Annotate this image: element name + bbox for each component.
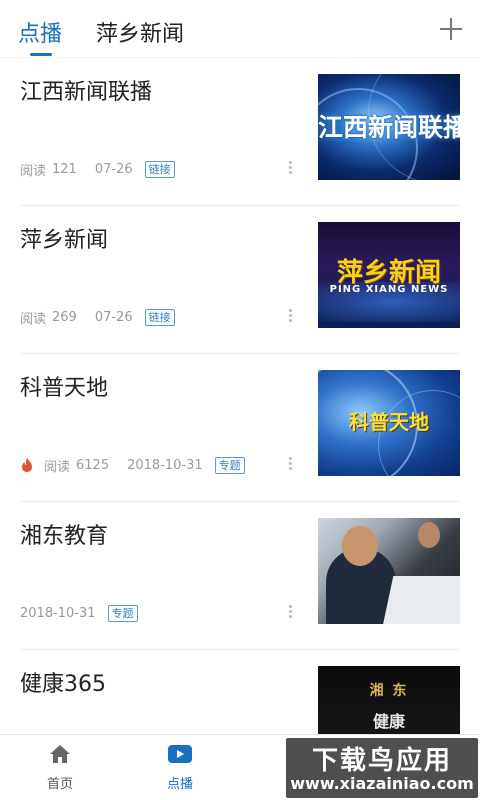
topic-tag: 专题 xyxy=(107,604,138,622)
nav-home-label: 首页 xyxy=(46,777,73,792)
list-item[interactable]: 湘东教育 2018-10-31 专题 xyxy=(0,502,480,650)
thumbnail-subcaption: PING XIANG NEWS xyxy=(329,284,449,295)
plus-icon[interactable] xyxy=(436,14,466,44)
link-tag: 链接 xyxy=(144,308,175,326)
list-item[interactable]: 江西新闻联播 阅读 121 07-26 链接 江西新闻联播 xyxy=(0,58,480,206)
list-item[interactable]: 科普天地 阅读 6125 2018-10-31 专题 科普天地 xyxy=(0,354,480,502)
item-thumbnail: 科普天地 xyxy=(318,370,460,476)
nav-vod[interactable]: 点播 xyxy=(140,743,220,792)
item-title: 江西新闻联播 xyxy=(20,80,153,105)
top-navigation-bar: 点播 萍乡新闻 xyxy=(0,0,480,58)
item-thumbnail: 湘 东 健康 xyxy=(318,666,460,734)
item-date: 2018-10-31 xyxy=(20,605,96,621)
reads-label: 阅读 xyxy=(20,311,47,327)
thumbnail-caption: 湘 东 xyxy=(369,683,409,699)
play-icon xyxy=(168,745,192,763)
watermark: 下载鸟应用 www.xiazainiao.com xyxy=(286,738,478,798)
thumbnail-caption: 科普天地 xyxy=(349,410,429,434)
reads-label: 阅读 xyxy=(44,459,71,475)
item-thumbnail: 江西新闻联播 xyxy=(318,74,460,180)
active-tab-indicator xyxy=(30,53,52,56)
item-thumbnail: 萍乡新闻 PING XIANG NEWS xyxy=(318,222,460,328)
item-title: 科普天地 xyxy=(20,376,109,401)
item-meta: 阅读 6125 2018-10-31 专题 xyxy=(20,454,245,476)
list-item[interactable]: 萍乡新闻 阅读 269 07-26 链接 萍乡新闻 PING XIANG NEW… xyxy=(0,206,480,354)
more-icon[interactable] xyxy=(289,309,293,323)
reads-count: 6125 xyxy=(76,457,110,473)
item-date: 2018-10-31 xyxy=(127,457,203,473)
tab-pingxiang-news[interactable]: 萍乡新闻 xyxy=(96,16,184,48)
tab-vod[interactable]: 点播 xyxy=(18,16,62,48)
item-meta: 2018-10-31 专题 xyxy=(20,602,138,624)
more-icon[interactable] xyxy=(289,605,293,619)
nav-home[interactable]: 首页 xyxy=(20,743,100,792)
home-icon xyxy=(50,745,70,763)
item-thumbnail xyxy=(318,518,460,624)
item-meta: 阅读 269 07-26 链接 xyxy=(20,306,175,328)
thumbnail-subcaption: 健康 xyxy=(372,712,405,731)
item-date: 07-26 xyxy=(94,161,133,177)
watermark-title: 下载鸟应用 xyxy=(311,746,452,776)
program-list: 江西新闻联播 阅读 121 07-26 链接 江西新闻联播 萍乡新闻 阅读 26… xyxy=(0,58,480,734)
list-item[interactable]: 健康365 湘 东 健康 xyxy=(0,650,480,734)
item-title: 萍乡新闻 xyxy=(20,228,109,253)
item-meta: 阅读 121 07-26 链接 xyxy=(20,158,175,180)
watermark-url: www.xiazainiao.com xyxy=(290,774,474,793)
nav-vod-label: 点播 xyxy=(166,777,193,792)
reads-count: 121 xyxy=(52,161,77,177)
flame-icon xyxy=(22,458,32,472)
item-date: 07-26 xyxy=(94,309,133,325)
reads-label: 阅读 xyxy=(20,163,47,179)
item-title: 健康365 xyxy=(20,672,106,697)
topic-tag: 专题 xyxy=(214,456,245,474)
reads-count: 269 xyxy=(52,309,77,325)
link-tag: 链接 xyxy=(144,160,175,178)
more-icon[interactable] xyxy=(289,161,293,175)
thumbnail-caption: 江西新闻联播 xyxy=(318,113,460,142)
more-icon[interactable] xyxy=(289,457,293,471)
item-title: 湘东教育 xyxy=(20,524,109,549)
